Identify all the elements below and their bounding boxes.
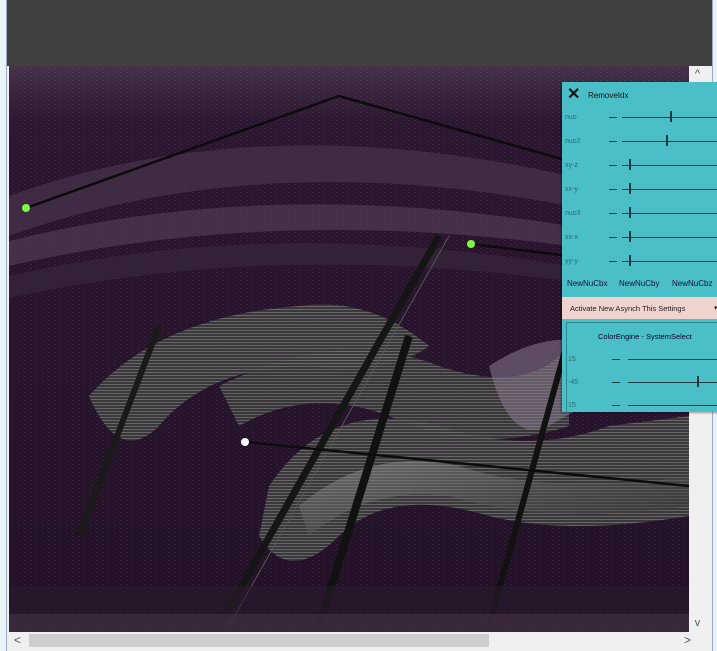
slider-thumb[interactable] [628,231,631,242]
slider-minus[interactable] [609,165,617,166]
color-slider-track[interactable] [628,359,717,360]
slider-track[interactable] [622,213,717,214]
slider-minus[interactable] [609,189,617,190]
new-nu-cby-button[interactable]: NewNuCby [619,279,659,288]
color-slider-track[interactable] [628,405,717,406]
slider-thumb[interactable] [666,135,669,146]
remove-idx-label[interactable]: RemoveIdx [588,91,628,100]
color-slider-label: 15 [568,402,576,409]
slider-track[interactable] [622,165,717,166]
scroll-up-icon[interactable]: ^ [689,66,706,83]
slider-thumb[interactable] [628,255,631,266]
color-slider-minus[interactable] [612,382,620,383]
slider-thumb[interactable] [628,183,631,194]
slider-track[interactable] [622,141,717,142]
control-point-3 [241,438,249,446]
slider-minus[interactable] [609,117,617,118]
panel-header: ✕ RemoveIdx [562,87,717,105]
slider-label: nuo2 [565,138,581,145]
slider-label: xx-y [565,186,578,193]
slider-row: nuo3 [562,204,717,224]
slider-minus[interactable] [609,237,617,238]
slider-thumb[interactable] [628,159,631,170]
slider-label: yy-y [565,258,578,265]
slider-row: yy-y [562,252,717,272]
canvas-top-band [0,0,717,66]
slider-thumb[interactable] [670,111,673,122]
nub-button-row: NewNuCbx NewNuCby NewNuCbz [562,276,717,290]
slider-row: nuo2 [562,132,717,152]
slider-row: nuo [562,108,717,128]
slider-track[interactable] [622,237,717,238]
slider-thumb[interactable] [628,207,631,218]
scroll-right-icon[interactable]: > [679,632,696,649]
slider-minus[interactable] [609,261,617,262]
settings-panel: ✕ RemoveIdx nuo nuo2 xy-z xx-y nuo3 xx-x yy-y … [562,82,717,413]
slider-minus[interactable] [609,141,617,142]
horizontal-scrollbar[interactable]: < > [9,632,706,649]
slider-label: nuo [565,114,577,121]
color-slider-row: 15 [566,394,717,416]
slider-label: xy-z [565,162,578,169]
control-point-1 [22,204,30,212]
window-left-edge [0,0,7,651]
new-nu-cbx-button[interactable]: NewNuCbx [567,279,607,288]
color-slider-track[interactable] [628,382,717,383]
color-slider-label: -45 [568,379,579,386]
control-point-2 [467,240,475,248]
slider-label: xx-x [565,234,578,241]
scroll-left-icon[interactable]: < [9,632,26,649]
new-nu-cbz-button[interactable]: NewNuCbz [672,279,712,288]
scroll-down-icon[interactable]: v [689,615,706,632]
slider-minus[interactable] [609,213,617,214]
activate-settings-dropdown[interactable]: Activate New Asynch This Settings ▾ [562,297,717,319]
horizontal-scroll-thumb[interactable] [29,634,489,647]
color-slider-row: -45 [566,371,717,393]
slider-row: xx-y [562,180,717,200]
slider-row: xx-x [562,228,717,248]
activate-settings-label: Activate New Asynch This Settings [570,304,686,313]
color-engine-label: ColorEngine - SystemSelect [598,332,692,341]
color-slider-minus[interactable] [612,359,620,360]
slider-track[interactable] [622,261,717,262]
color-slider-thumb[interactable] [697,376,700,387]
color-slider-minus[interactable] [612,405,620,406]
color-slider-label: 15 [568,356,576,363]
close-icon[interactable]: ✕ [567,87,581,103]
slider-label: nuo3 [565,210,581,217]
color-slider-row: 15 [566,348,717,370]
slider-track[interactable] [622,189,717,190]
slider-row: xy-z [562,156,717,176]
